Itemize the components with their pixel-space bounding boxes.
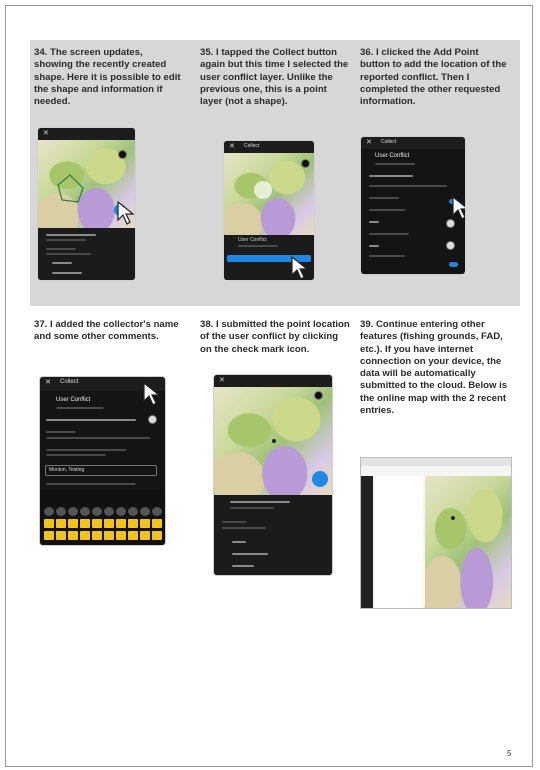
close-icon[interactable]: ✕ <box>45 378 51 386</box>
close-icon[interactable]: ✕ <box>219 376 225 384</box>
locate-icon[interactable] <box>312 471 328 487</box>
cursor-pointer-icon <box>291 255 309 280</box>
collect-header: ✕ Collect <box>224 141 314 153</box>
keyboard-key[interactable] <box>140 531 150 540</box>
keyboard-key[interactable] <box>104 507 114 516</box>
web-map-view <box>425 476 511 608</box>
step-35: 35. I tapped the Collect button again bu… <box>200 47 350 108</box>
close-icon[interactable]: ✕ <box>43 129 49 137</box>
feature-panel <box>38 228 135 280</box>
option-toggle[interactable] <box>148 415 157 424</box>
option-toggle[interactable] <box>446 241 455 250</box>
step-36: 36. I clicked the Add Point button to ad… <box>360 47 510 108</box>
collect-title: Collect <box>244 143 260 149</box>
keyboard-key[interactable] <box>56 531 66 540</box>
cursor-pointer-icon <box>117 200 135 225</box>
app-top-bar: ✕ <box>214 375 332 387</box>
web-layer-list <box>375 476 423 608</box>
keyboard-key[interactable] <box>92 531 102 540</box>
keyboard-key[interactable] <box>140 507 150 516</box>
keyboard-key[interactable] <box>128 507 138 516</box>
option-toggle[interactable] <box>449 262 458 267</box>
collect-title: Collect <box>381 139 397 145</box>
cursor-pointer-icon <box>452 195 465 220</box>
screenshot-37: ✕ Collect User Conflict Monton, Testing <box>40 377 165 545</box>
collect-title: Collect <box>60 379 79 385</box>
cursor-pointer-icon <box>143 381 161 406</box>
keyboard-key[interactable] <box>140 519 150 528</box>
map-pin-icon <box>451 516 455 520</box>
map-pin-icon <box>272 439 276 443</box>
keyboard-key[interactable] <box>128 531 138 540</box>
keyboard-key[interactable] <box>128 519 138 528</box>
user-conflict-label: User Conflict <box>238 237 267 243</box>
collect-header: ✕ Collect <box>361 137 465 149</box>
keyboard-key[interactable] <box>152 531 162 540</box>
keyboard-key[interactable] <box>80 519 90 528</box>
feature-panel <box>214 495 332 575</box>
keyboard-key[interactable] <box>56 507 66 516</box>
map-menu-button[interactable] <box>314 391 323 400</box>
keyboard-key[interactable] <box>104 531 114 540</box>
map-menu-button[interactable] <box>301 159 310 168</box>
browser-toolbar <box>361 458 511 466</box>
page-number: 5 <box>507 749 512 758</box>
keyboard-key[interactable] <box>116 507 126 516</box>
web-sidebar <box>361 476 373 608</box>
screenshot-34: ✕ <box>38 128 135 280</box>
keyboard-key[interactable] <box>152 507 162 516</box>
keyboard-key[interactable] <box>92 519 102 528</box>
step-36-text: 36. I clicked the Add Point button to ad… <box>360 47 507 108</box>
step-38: 38. I submitted the point location of th… <box>200 319 350 356</box>
step-34-text: 34. The screen updates, showing the rece… <box>34 47 181 108</box>
user-conflict-label: User Conflict <box>375 153 410 159</box>
keyboard-key[interactable] <box>56 519 66 528</box>
screenshot-38: ✕ <box>214 375 332 575</box>
close-icon[interactable]: ✕ <box>366 138 372 146</box>
step-34: 34. The screen updates, showing the rece… <box>34 47 184 108</box>
online-map-screenshot <box>360 457 512 609</box>
keyboard-key[interactable] <box>116 531 126 540</box>
step-37: 37. I added the collector's name and som… <box>34 319 184 344</box>
step-37-text: 37. I added the collector's name and som… <box>34 319 179 343</box>
app-top-bar: ✕ <box>38 128 135 140</box>
keyboard-key[interactable] <box>104 519 114 528</box>
user-conflict-label: User Conflict <box>56 397 91 403</box>
step-39: 39. Continue entering other features (fi… <box>360 319 510 417</box>
keyboard-key[interactable] <box>80 531 90 540</box>
keyboard-key[interactable] <box>68 531 78 540</box>
screenshot-35: ✕ Collect User Conflict <box>224 141 314 280</box>
screenshot-36: ✕ Collect User Conflict <box>361 137 465 274</box>
collector-name-field[interactable]: Monton, Testing <box>45 465 157 476</box>
keyboard-key[interactable] <box>44 519 54 528</box>
close-icon[interactable]: ✕ <box>229 142 235 150</box>
keyboard-key[interactable] <box>80 507 90 516</box>
keyboard-key[interactable] <box>44 531 54 540</box>
step-38-text: 38. I submitted the point location of th… <box>200 319 350 355</box>
keyboard-key[interactable] <box>68 507 78 516</box>
map-menu-button[interactable] <box>118 150 127 159</box>
keyboard-key[interactable] <box>92 507 102 516</box>
step-39-text: 39. Continue entering other features (fi… <box>360 319 508 417</box>
keyboard-key[interactable] <box>152 519 162 528</box>
keyboard-key[interactable] <box>116 519 126 528</box>
keyboard-key[interactable] <box>68 519 78 528</box>
step-35-text: 35. I tapped the Collect button again bu… <box>200 47 349 108</box>
keyboard-key[interactable] <box>44 507 54 516</box>
